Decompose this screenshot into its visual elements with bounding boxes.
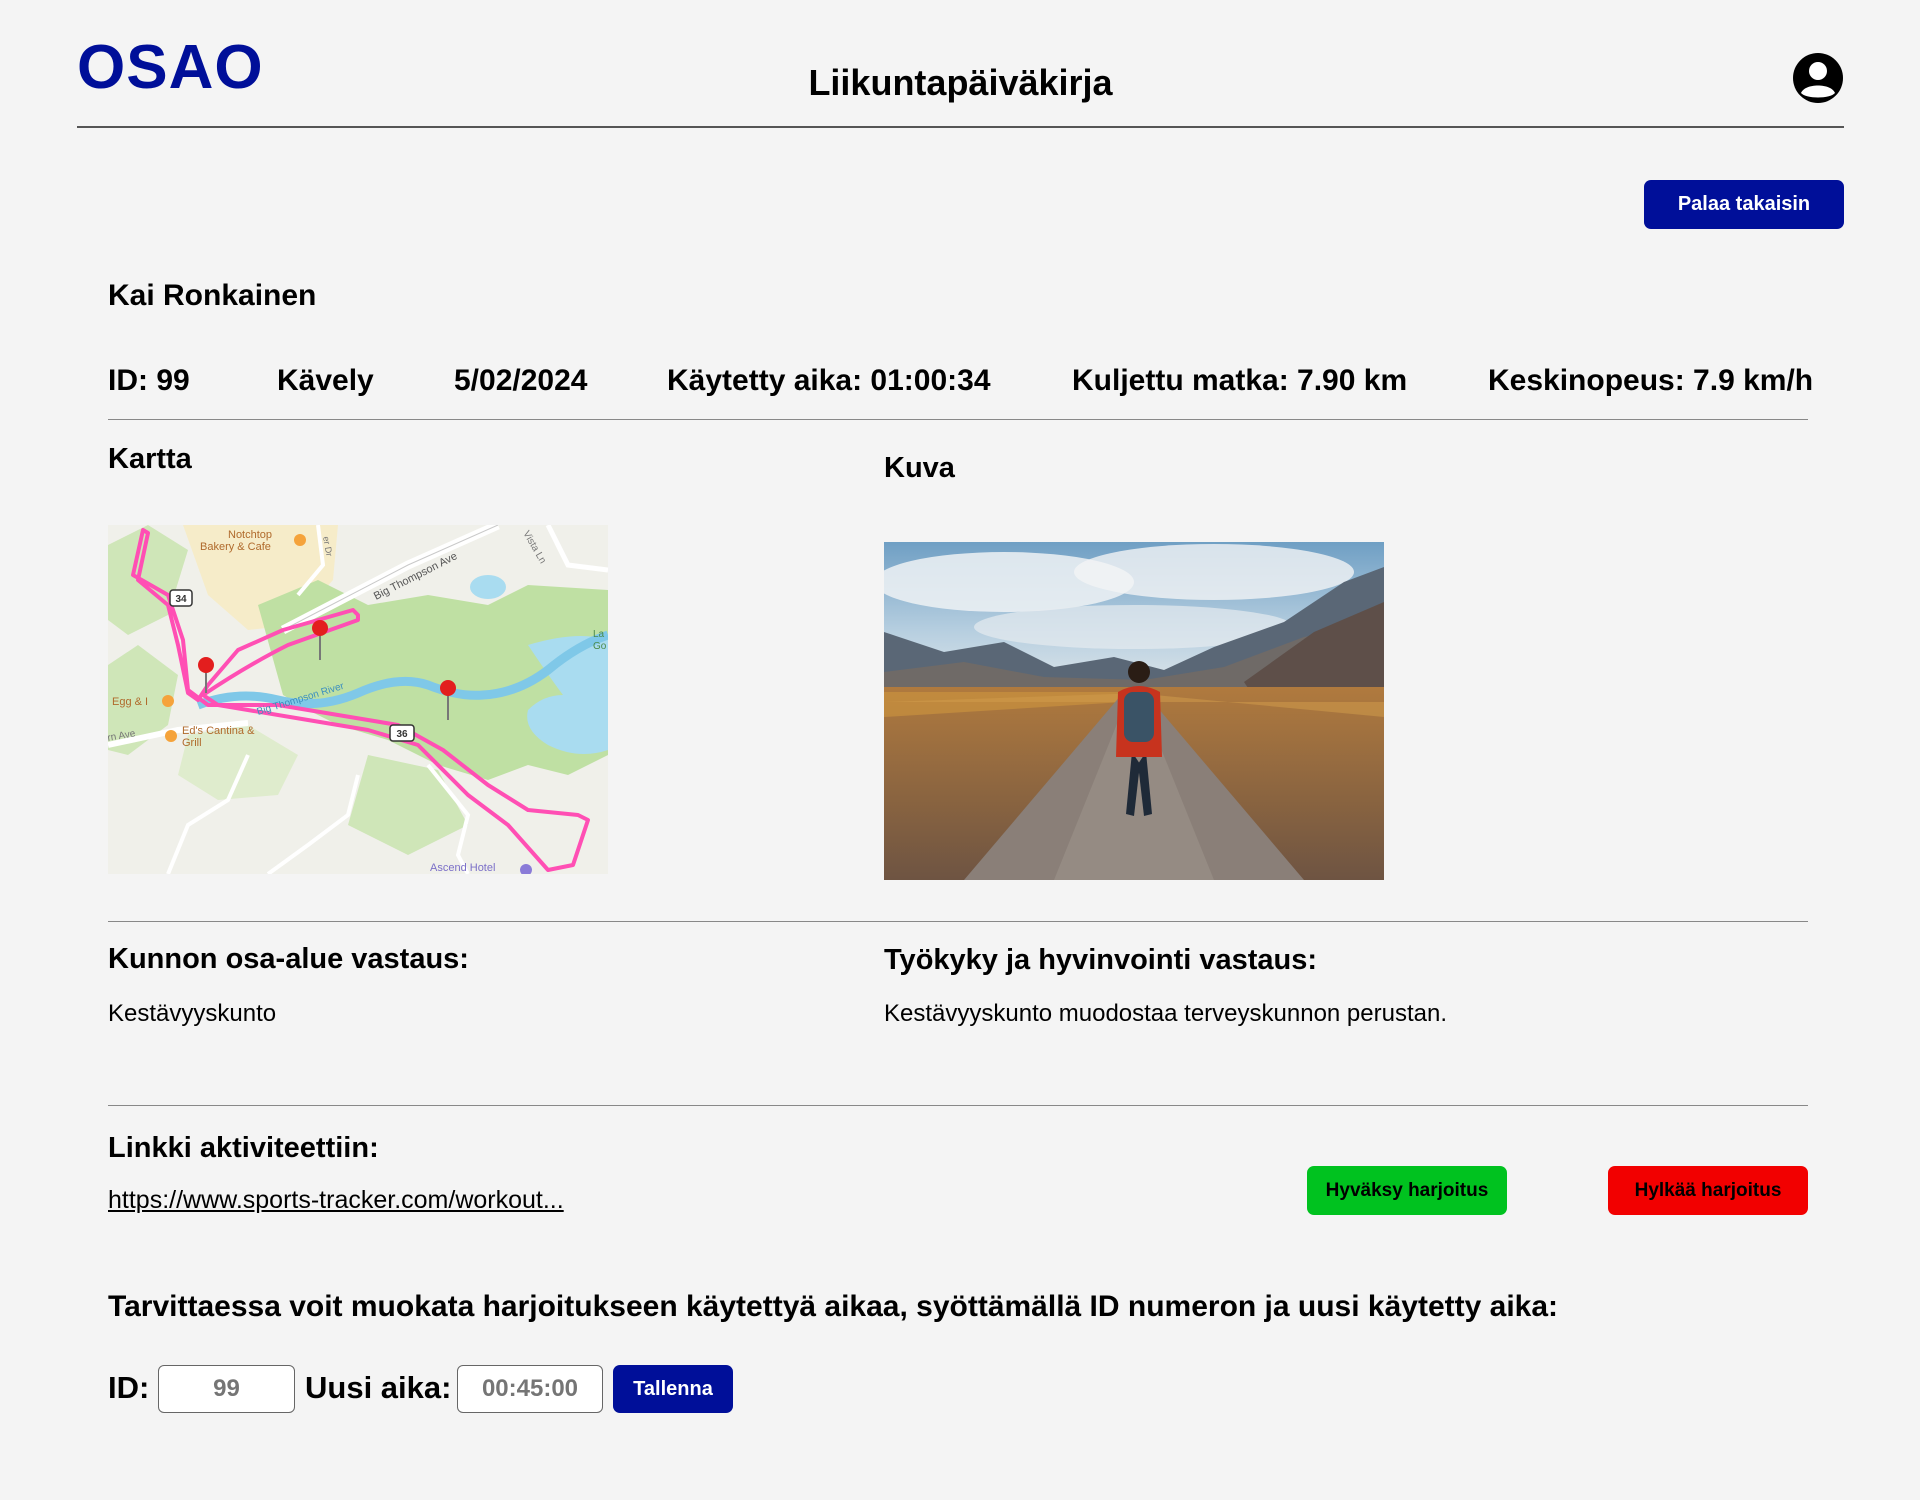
new-time-label: Uusi aika: — [305, 1370, 452, 1405]
map-label: Egg & I — [112, 696, 148, 708]
restaurant-icon — [162, 695, 174, 707]
id-label: ID: — [108, 1370, 150, 1405]
map-label: Go — [593, 641, 607, 652]
page-title: Liikuntapäiväkirja — [808, 62, 1113, 103]
id-input[interactable] — [158, 1365, 295, 1413]
workout-date: 5/02/2024 — [454, 364, 588, 397]
map-label: Grill — [182, 737, 202, 749]
back-button[interactable]: Palaa takaisin — [1644, 180, 1844, 229]
user-account-icon[interactable] — [1792, 52, 1844, 104]
workout-photo[interactable] — [884, 542, 1384, 880]
highway-34-label: 34 — [175, 594, 187, 605]
map-label: Notchtop — [228, 529, 272, 541]
athlete-name: Kai Ronkainen — [108, 279, 317, 312]
map-label: La — [593, 629, 605, 640]
activity-link[interactable]: https://www.sports-tracker.com/workout..… — [108, 1186, 564, 1215]
fitness-heading: Kunnon osa-alue vastaus: — [108, 943, 469, 975]
divider — [108, 921, 1808, 922]
highway-36-label: 36 — [396, 729, 408, 740]
divider — [108, 1105, 1808, 1106]
activity-type: Kävely — [277, 364, 374, 397]
wellbeing-answer: Kestävyyskunto muodostaa terveyskunnon p… — [884, 1000, 1447, 1027]
time-used: Käytetty aika: 01:00:34 — [667, 364, 991, 397]
new-time-input[interactable] — [457, 1365, 603, 1413]
route-map[interactable]: 34 36 Notchtop Bakery & Cafe Big Thompso… — [108, 525, 608, 874]
workout-id: ID: 99 — [108, 364, 190, 397]
save-button[interactable]: Tallenna — [613, 1365, 733, 1413]
distance: Kuljettu matka: 7.90 km — [1072, 364, 1408, 397]
photo-heading: Kuva — [884, 452, 955, 484]
map-label: Ascend Hotel — [430, 862, 495, 874]
edit-instructions: Tarvittaessa voit muokata harjoitukseen … — [108, 1290, 1559, 1323]
approve-button[interactable]: Hyväksy harjoitus — [1307, 1166, 1507, 1215]
restaurant-icon — [294, 534, 306, 546]
wellbeing-heading: Työkyky ja hyvinvointi vastaus: — [884, 944, 1318, 976]
reject-button[interactable]: Hylkää harjoitus — [1608, 1166, 1808, 1215]
restaurant-icon — [165, 730, 177, 742]
divider — [108, 419, 1808, 420]
average-speed: Keskinopeus: 7.9 km/h — [1488, 364, 1814, 397]
top-bar: OSAO Liikuntapäiväkirja — [77, 0, 1844, 128]
link-heading: Linkki aktiviteettiin: — [108, 1132, 379, 1164]
map-label: Bakery & Cafe — [200, 541, 271, 553]
map-label: Ed's Cantina & — [182, 725, 255, 737]
map-heading: Kartta — [108, 443, 192, 475]
fitness-answer: Kestävyyskunto — [108, 1000, 277, 1027]
